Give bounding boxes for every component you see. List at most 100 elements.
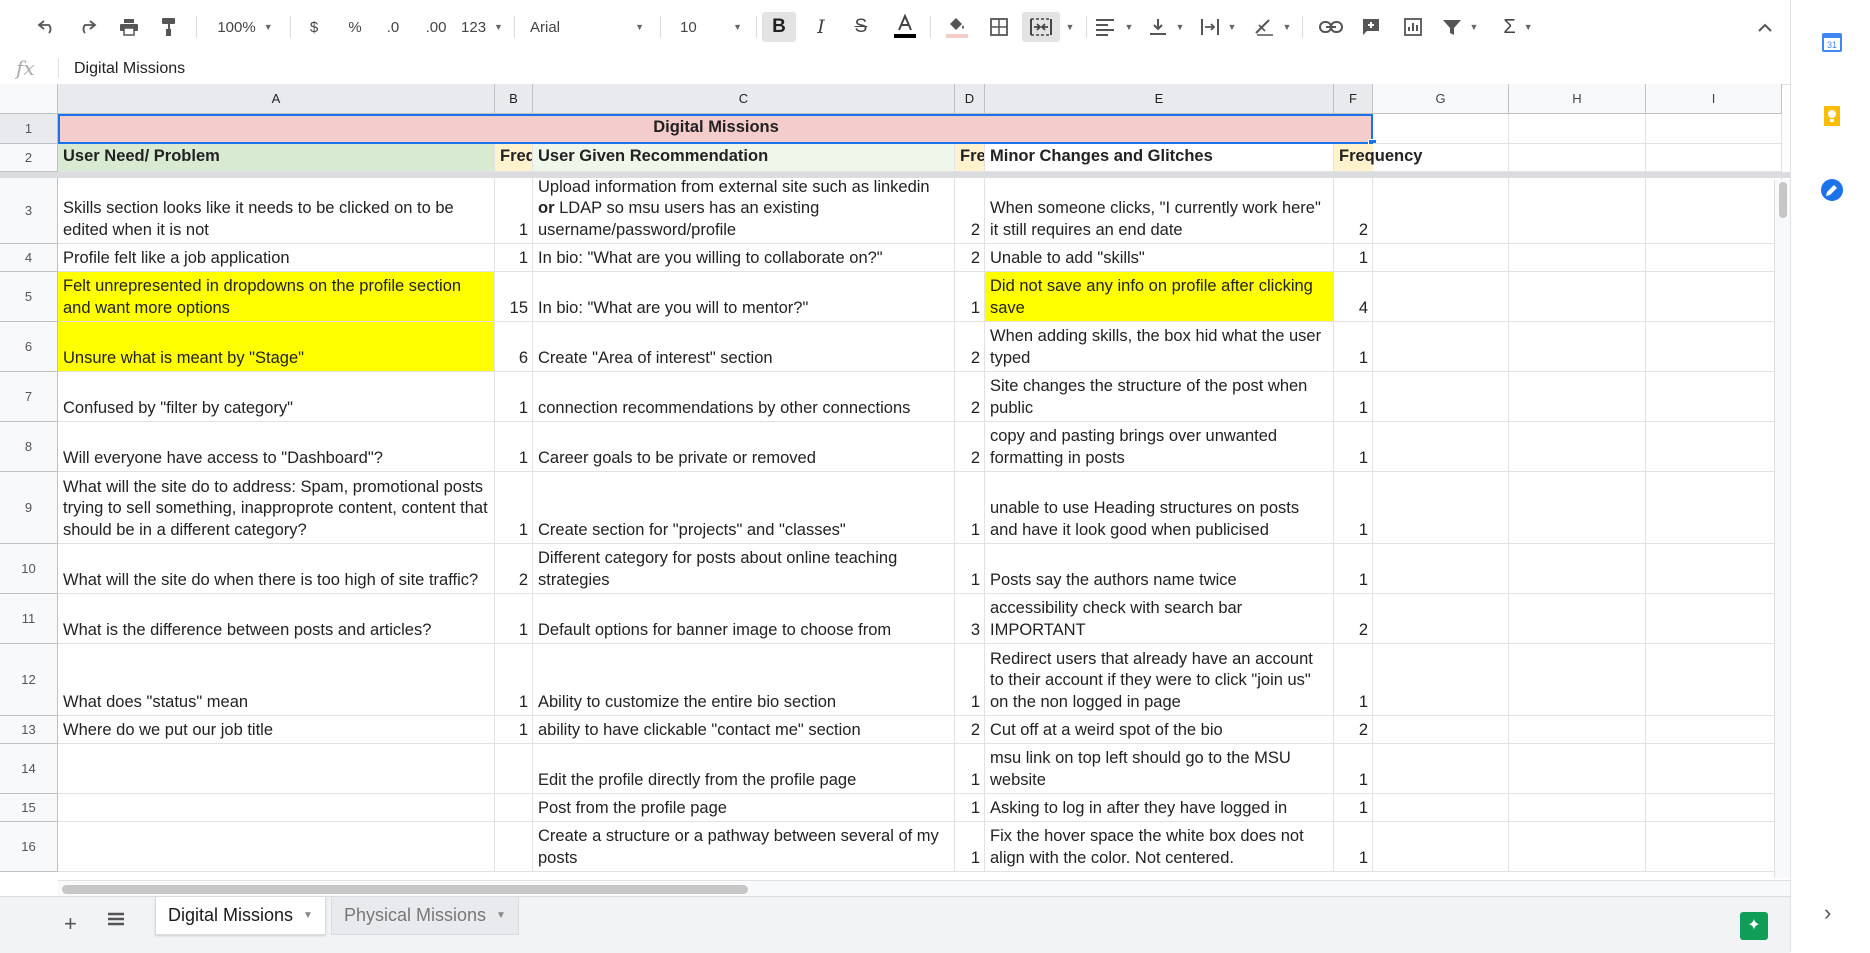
row-header[interactable]: 6 — [0, 322, 58, 372]
cell-b-row-10[interactable]: 2 — [495, 544, 533, 594]
cell-a-row-14[interactable] — [58, 744, 495, 794]
cell-g-row-16[interactable] — [1373, 822, 1509, 872]
cell-e-row-8[interactable]: copy and pasting brings over unwanted fo… — [985, 422, 1334, 472]
cell-b-row-13[interactable]: 1 — [495, 716, 533, 744]
cell-a-row-8[interactable]: Will everyone have access to "Dashboard"… — [58, 422, 495, 472]
column-header-b[interactable]: B — [495, 84, 533, 114]
sheet-title-cell[interactable]: Digital Missions — [58, 114, 1373, 144]
cell-i-row-3[interactable] — [1646, 178, 1782, 244]
cell-d-row-9[interactable]: 1 — [955, 472, 985, 544]
header-cell-frequency-d[interactable]: Fre — [955, 144, 985, 172]
vertical-align-icon[interactable]: ▼ — [1146, 12, 1186, 42]
insert-comment-icon[interactable] — [1356, 12, 1386, 42]
cell-i-row-5[interactable] — [1646, 272, 1782, 322]
text-wrap-icon[interactable]: ▼ — [1198, 12, 1238, 42]
cell-e-row-11[interactable]: accessibility check with search bar IMPO… — [985, 594, 1334, 644]
borders-icon[interactable] — [984, 12, 1014, 42]
cell-e-row-6[interactable]: When adding skills, the box hid what the… — [985, 322, 1334, 372]
cell-a-row-3[interactable]: Skills section looks like it needs to be… — [58, 178, 495, 244]
cell-f-row-7[interactable]: 1 — [1334, 372, 1373, 422]
cell-e-row-3[interactable]: When someone clicks, "I currently work h… — [985, 178, 1334, 244]
row-header[interactable]: 2 — [0, 144, 58, 172]
cell-i-row-8[interactable] — [1646, 422, 1782, 472]
increase-decimal-button[interactable]: .00 — [418, 12, 454, 42]
cell-g-row-12[interactable] — [1373, 644, 1509, 716]
cell-c-row-5[interactable]: In bio: "What are you will to mentor?" — [533, 272, 955, 322]
cell-f-row-15[interactable]: 1 — [1334, 794, 1373, 822]
zoom-select[interactable]: 100% ▼ — [206, 12, 284, 42]
cell-g-row-6[interactable] — [1373, 322, 1509, 372]
functions-icon[interactable]: Σ ▼ — [1496, 12, 1540, 42]
row-header[interactable]: 9 — [0, 472, 58, 544]
cell-c-row-12[interactable]: Ability to customize the entire bio sect… — [533, 644, 955, 716]
header-cell-user-need[interactable]: User Need/ Problem — [58, 144, 495, 172]
cell-a-row-6[interactable]: Unsure what is meant by "Stage" — [58, 322, 495, 372]
cell-c-row-15[interactable]: Post from the profile page — [533, 794, 955, 822]
cell-f-row-11[interactable]: 2 — [1334, 594, 1373, 644]
cell-i-row-15[interactable] — [1646, 794, 1782, 822]
font-select[interactable]: Arial ▼ — [522, 12, 652, 42]
cell-e-row-9[interactable]: unable to use Heading structures on post… — [985, 472, 1334, 544]
cell-e-row-7[interactable]: Site changes the structure of the post w… — [985, 372, 1334, 422]
currency-button[interactable]: $ — [302, 12, 326, 42]
cell-g-row-13[interactable] — [1373, 716, 1509, 744]
header-cell-recommendation[interactable]: User Given Recommendation — [533, 144, 955, 172]
cell-d-row-7[interactable]: 2 — [955, 372, 985, 422]
cell-a-row-4[interactable]: Profile felt like a job application — [58, 244, 495, 272]
cell-g-row-10[interactable] — [1373, 544, 1509, 594]
cell-c-row-13[interactable]: ability to have clickable "contact me" s… — [533, 716, 955, 744]
row-header[interactable]: 3 — [0, 178, 58, 244]
cell-b-row-9[interactable]: 1 — [495, 472, 533, 544]
cell-g-row-9[interactable] — [1373, 472, 1509, 544]
cell-c-row-11[interactable]: Default options for banner image to choo… — [533, 594, 955, 644]
row-header[interactable]: 15 — [0, 794, 58, 822]
cell-b-row-7[interactable]: 1 — [495, 372, 533, 422]
cell-i-row-14[interactable] — [1646, 744, 1782, 794]
cell-f-row-16[interactable]: 1 — [1334, 822, 1373, 872]
chevron-down-icon[interactable]: ▼ — [1062, 12, 1078, 42]
cell-h-row-9[interactable] — [1509, 472, 1646, 544]
header-cell-frequency-f[interactable]: Frequency — [1334, 144, 1509, 172]
cell-a-row-11[interactable]: What is the difference between posts and… — [58, 594, 495, 644]
cell-b-row-3[interactable]: 1 — [495, 178, 533, 244]
cell-b-row-4[interactable]: 1 — [495, 244, 533, 272]
cell[interactable] — [1509, 114, 1646, 144]
cell[interactable] — [1373, 114, 1509, 144]
cell-d-row-3[interactable]: 2 — [955, 178, 985, 244]
cell-f-row-6[interactable]: 1 — [1334, 322, 1373, 372]
cell-h-row-8[interactable] — [1509, 422, 1646, 472]
cell-g-row-8[interactable] — [1373, 422, 1509, 472]
cell-b-row-11[interactable]: 1 — [495, 594, 533, 644]
cell-c-row-9[interactable]: Create section for "projects" and "class… — [533, 472, 955, 544]
cell[interactable] — [1646, 144, 1782, 172]
column-header-f[interactable]: F — [1334, 84, 1373, 114]
paint-format-icon[interactable] — [154, 12, 184, 42]
cell-i-row-10[interactable] — [1646, 544, 1782, 594]
all-sheets-icon[interactable] — [106, 909, 126, 937]
cell-h-row-5[interactable] — [1509, 272, 1646, 322]
cell-e-row-4[interactable]: Unable to add "skills" — [985, 244, 1334, 272]
cell-i-row-12[interactable] — [1646, 644, 1782, 716]
cell-i-row-9[interactable] — [1646, 472, 1782, 544]
cell-h-row-11[interactable] — [1509, 594, 1646, 644]
column-header-c[interactable]: C — [533, 84, 955, 114]
header-cell-minor-changes[interactable]: Minor Changes and Glitches — [985, 144, 1334, 172]
cell-i-row-7[interactable] — [1646, 372, 1782, 422]
formula-input[interactable]: Digital Missions — [74, 60, 185, 78]
column-header-h[interactable]: H — [1509, 84, 1646, 114]
calendar-icon[interactable]: 31 — [1820, 30, 1844, 54]
row-header[interactable]: 16 — [0, 822, 58, 872]
insert-link-icon[interactable] — [1316, 12, 1346, 42]
row-header[interactable]: 1 — [0, 114, 58, 144]
merge-cells-icon[interactable] — [1022, 12, 1060, 42]
cell-d-row-12[interactable]: 1 — [955, 644, 985, 716]
cell-h-row-4[interactable] — [1509, 244, 1646, 272]
filter-icon[interactable]: ▼ — [1438, 12, 1482, 42]
undo-icon[interactable] — [32, 12, 62, 42]
cell-e-row-13[interactable]: Cut off at a weird spot of the bio — [985, 716, 1334, 744]
explore-icon[interactable]: ✦ — [1740, 912, 1768, 940]
cell[interactable] — [1646, 114, 1782, 144]
add-sheet-icon[interactable]: + — [64, 911, 77, 937]
text-rotation-icon[interactable]: ▼ — [1250, 12, 1294, 42]
cell-d-row-14[interactable]: 1 — [955, 744, 985, 794]
